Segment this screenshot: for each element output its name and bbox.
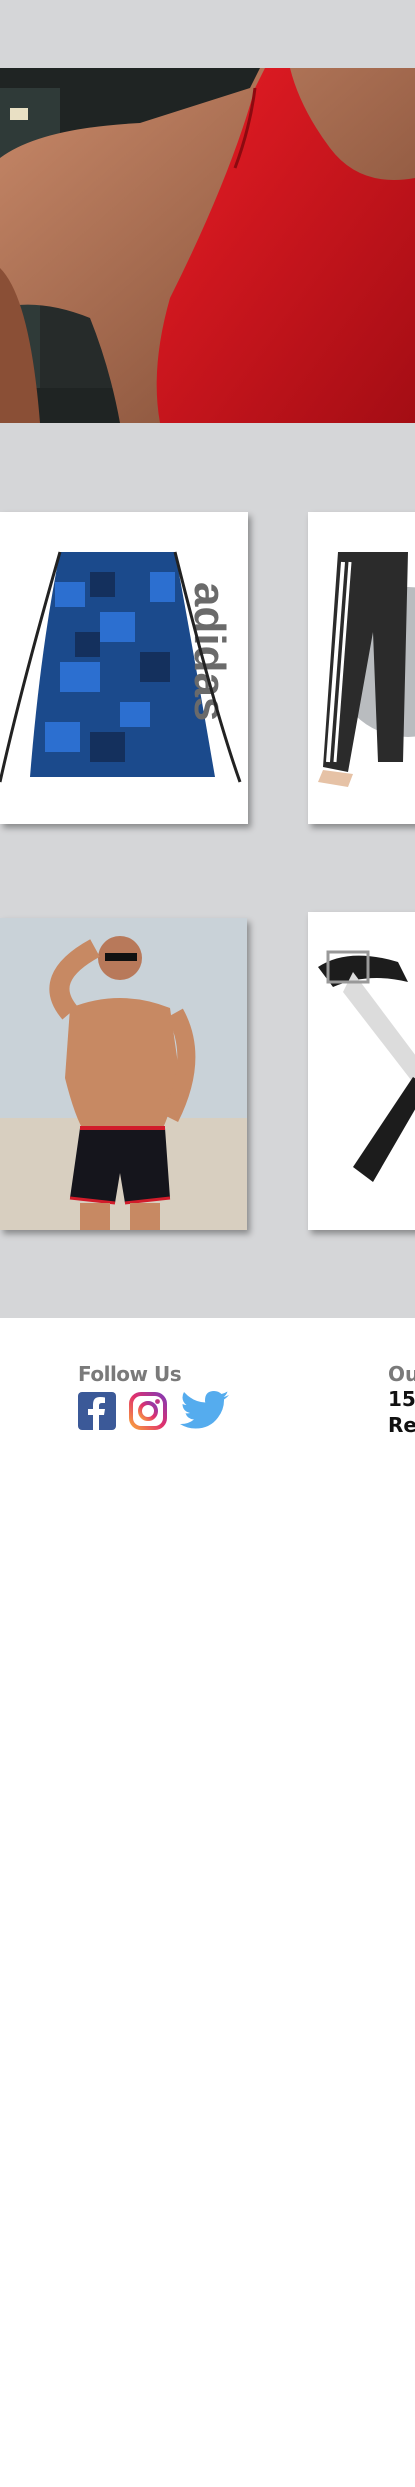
our-address-section: Ou 15 Re <box>388 1362 415 1438</box>
product-card-bag[interactable]: adidas <box>0 512 248 824</box>
address-line-2: Re <box>388 1413 415 1437</box>
facebook-icon[interactable] <box>78 1392 116 1435</box>
product-card-shorts[interactable] <box>0 918 247 1230</box>
lifting-straps-image <box>308 912 415 1230</box>
svg-text:adidas: adidas <box>185 582 234 721</box>
drawstring-bag-image: adidas <box>0 512 248 824</box>
follow-us-title: Follow Us <box>78 1362 182 1386</box>
swim-shorts-image <box>0 918 247 1230</box>
social-links <box>78 1390 230 1437</box>
product-card-straps[interactable] <box>308 912 415 1230</box>
twitter-icon[interactable] <box>180 1390 230 1437</box>
instagram-icon[interactable] <box>128 1391 168 1436</box>
track-pants-image <box>308 512 415 824</box>
hero-image <box>0 68 415 423</box>
address-line-1: 15 <box>388 1387 415 1411</box>
follow-us-section: Follow Us <box>78 1362 230 1437</box>
our-address-title: Ou <box>388 1362 415 1386</box>
product-card-pants[interactable] <box>308 512 415 824</box>
